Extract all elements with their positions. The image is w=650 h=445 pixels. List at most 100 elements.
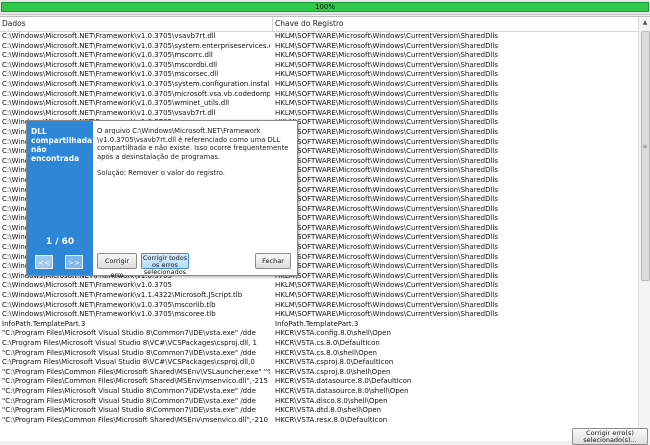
error-counter: 1 / 60 [45, 237, 75, 247]
cell-dados: C:\Windows\Microsoft.NET\Framework\v1.0.… [2, 32, 216, 40]
table-row[interactable]: C:\Windows\Microsoft.NET\Framework\v1.0.… [0, 310, 638, 320]
cell-chave-registro: HKCR\VSTA.datasource.8.0\DefaultIcon [275, 377, 412, 386]
cell-chave-registro: HKCR\VSTA.csproj.8.0\shell\Open [275, 367, 391, 376]
cell-chave-registro: HKLM\SOFTWARE\Microsoft\Windows\CurrentV… [275, 147, 499, 156]
cell-chave-registro: HKLM\SOFTWARE\Microsoft\Windows\CurrentV… [275, 185, 499, 194]
cell-dados: "C:\Program Files\Common Files\Microsoft… [2, 377, 268, 386]
cell-chave-registro: HKLM\SOFTWARE\Microsoft\Windows\CurrentV… [275, 300, 499, 309]
cell-dados: InfoPath.TemplatePart.3 [2, 319, 86, 328]
cell-dados: "C:\Program Files\Microsoft Visual Studi… [2, 406, 256, 415]
cell-chave-registro: HKLM\SOFTWARE\Microsoft\Windows\CurrentV… [275, 233, 499, 242]
table-row[interactable]: C:\Windows\Microsoft.NET\Framework\v1.0.… [0, 301, 638, 311]
cell-chave-registro: HKLM\SOFTWARE\Microsoft\Windows\CurrentV… [275, 137, 499, 146]
cell-chave-registro: HKLM\SOFTWARE\Microsoft\Windows\CurrentV… [275, 108, 499, 117]
cell-chave-registro: HKLM\SOFTWARE\Microsoft\Windows\CurrentV… [275, 175, 499, 184]
cell-chave-registro: HKCR\VSTA.datasource.8.0\shell\Open [275, 386, 409, 395]
cell-chave-registro: HKLM\SOFTWARE\Microsoft\Windows\CurrentV… [275, 243, 499, 252]
column-header-dados[interactable]: Dados [2, 19, 26, 28]
table-row[interactable]: C:\Windows\Microsoft.NET\Framework\v1.0.… [0, 42, 638, 52]
cell-dados: C:\Windows\Microsoft.NET\Framework\v1.0.… [2, 70, 219, 79]
cell-dados: C:\Windows\Microsoft.NET\Framework\v1.0.… [2, 99, 230, 108]
column-separator[interactable] [272, 17, 273, 31]
table-row[interactable]: C:\Program Files\Microsoft Visual Studio… [0, 358, 638, 368]
fix-all-selected-button[interactable]: Corrigir todos os erros selecionados [141, 253, 189, 276]
dialog-solution: Solução: Remover o valor do registro. [97, 169, 225, 177]
table-row[interactable]: "C:\Program Files\Microsoft Visual Studi… [0, 349, 638, 359]
table-row[interactable]: C:\Windows\Microsoft.NET\Framework\v1.0.… [0, 70, 638, 80]
table-row[interactable]: "C:\Program Files\Microsoft Visual Studi… [0, 329, 638, 339]
cell-chave-registro: HKCR\VSTA.cs.8.0\shell\Open [275, 348, 377, 357]
previous-button[interactable]: << [35, 255, 53, 269]
cell-chave-registro: HKLM\SOFTWARE\Microsoft\Windows\CurrentV… [275, 271, 499, 280]
cell-dados: C:\Program Files\Microsoft Visual Studio… [2, 358, 255, 367]
table-row[interactable]: InfoPath.TemplatePart.3 InfoPath.Template… [0, 320, 638, 330]
fix-error-button[interactable]: Corrigir erro [97, 253, 137, 279]
cell-dados: C:\Windows\Microsoft.NET\Framework\v1.0.… [2, 281, 173, 290]
error-detail-dialog: DLL compartilhada não encontrada 1 / 60 … [26, 120, 298, 279]
table-row[interactable]: "C:\Program Files\Microsoft Visual Studi… [0, 387, 638, 397]
cell-chave-registro: HKLM\SOFTWARE\Microsoft\Windows\CurrentV… [275, 127, 499, 136]
cell-chave-registro: HKLM\SOFTWARE\Microsoft\Windows\CurrentV… [275, 223, 499, 232]
table-row[interactable]: C:\Windows\Microsoft.NET\Framework\v1.0.… [0, 61, 638, 71]
table-row[interactable]: "C:\Program Files\Common Files\Microsoft… [0, 416, 638, 426]
cell-chave-registro: HKLM\SOFTWARE\Microsoft\Windows\CurrentV… [275, 118, 499, 127]
dialog-sidebar: DLL compartilhada não encontrada 1 / 60 … [27, 121, 93, 275]
cell-chave-registro: HKLM\SOFTWARE\Microsoft\Windows\CurrentV… [275, 214, 499, 223]
cell-chave-registro: HKCR\VSTA.disco.8.0\shell\Open [275, 396, 388, 405]
cell-dados: "C:\Program Files\Microsoft Visual Studi… [2, 329, 256, 338]
cell-chave-registro: HKLM\SOFTWARE\Microsoft\Windows\CurrentV… [275, 51, 499, 60]
fix-selected-errors-button[interactable]: Corrigir erro(s) selecionado(s)... [572, 428, 648, 445]
table-row[interactable]: "C:\Program Files\Microsoft Visual Studi… [0, 397, 638, 407]
table-row[interactable]: C:\Windows\Microsoft.NET\Framework\v1.0.… [0, 281, 638, 291]
cell-dados: "C:\Program Files\Microsoft Visual Studi… [2, 348, 256, 357]
column-header-chave[interactable]: Chave do Registro [275, 19, 343, 28]
cell-dados: C:\Windows\Microsoft.NET\Framework\v1.0.… [2, 89, 270, 98]
scroll-up-icon[interactable]: ▲ [639, 17, 650, 29]
cell-chave-registro: InfoPath.TemplatePart.3 [275, 319, 359, 328]
cell-chave-registro: HKLM\SOFTWARE\Microsoft\Windows\CurrentV… [275, 89, 499, 98]
dialog-message: O arquivo C:\Windows\Microsoft.NET\Frame… [97, 127, 289, 161]
cell-chave-registro: HKLM\SOFTWARE\Microsoft\Windows\CurrentV… [275, 252, 499, 261]
cell-chave-registro: HKLM\SOFTWARE\Microsoft\Windows\CurrentV… [275, 291, 499, 300]
cell-dados: C:\Windows\Microsoft.NET\Framework\v1.0.… [2, 108, 216, 117]
table-row[interactable]: C:\Windows\Microsoft.NET\Framework\v1.1.… [0, 291, 638, 301]
cell-dados: C:\Windows\Microsoft.NET\Framework\v1.0.… [2, 310, 216, 319]
cell-dados: C:\Windows\Microsoft.NET\Framework\v1.0.… [2, 79, 270, 88]
table-row[interactable]: "C:\Program Files\Common Files\Microsoft… [0, 377, 638, 387]
table-row[interactable]: "C:\Program Files\Common Files\Microsoft… [0, 368, 638, 378]
cell-chave-registro: HKLM\SOFTWARE\Microsoft\Windows\CurrentV… [275, 32, 499, 40]
table-row[interactable]: C:\Windows\Microsoft.NET\Framework\v1.0.… [0, 109, 638, 119]
table-row[interactable]: C:\Program Files\Microsoft Visual Studio… [0, 339, 638, 349]
cell-chave-registro: HKLM\SOFTWARE\Microsoft\Windows\CurrentV… [275, 281, 499, 290]
cell-chave-registro: HKLM\SOFTWARE\Microsoft\Windows\CurrentV… [275, 310, 499, 319]
cell-chave-registro: HKLM\SOFTWARE\Microsoft\Windows\CurrentV… [275, 60, 499, 69]
next-button[interactable]: >> [65, 255, 83, 269]
cell-chave-registro: HKLM\SOFTWARE\Microsoft\Windows\CurrentV… [275, 79, 499, 88]
cell-chave-registro: HKCR\VSTA.csproj.8.0\DefaultIcon [275, 358, 394, 367]
table-row[interactable]: "C:\Program Files\Microsoft Visual Studi… [0, 406, 638, 416]
cell-chave-registro: HKLM\SOFTWARE\Microsoft\Windows\CurrentV… [275, 156, 499, 165]
cell-dados: "C:\Program Files\Microsoft Visual Studi… [2, 396, 256, 405]
table-row[interactable]: C:\Windows\Microsoft.NET\Framework\v1.0.… [0, 80, 638, 90]
vertical-scrollbar[interactable]: ▲ ≡ ▼ [638, 17, 650, 441]
cell-dados: C:\Windows\Microsoft.NET\Framework\v1.0.… [2, 41, 270, 50]
scroll-grip-icon: ≡ [642, 143, 648, 150]
cell-chave-registro: HKCR\VSTA.dtd.8.0\shell\Open [275, 406, 382, 415]
table-row[interactable]: C:\Windows\Microsoft.NET\Framework\v1.0.… [0, 51, 638, 61]
cell-chave-registro: HKLM\SOFTWARE\Microsoft\Windows\CurrentV… [275, 99, 499, 108]
cell-dados: "C:\Program Files\Common Files\Microsoft… [2, 415, 268, 424]
cell-chave-registro: HKCR\VSTA.resx.8.0\DefaultIcon [275, 415, 388, 424]
cell-chave-registro: HKLM\SOFTWARE\Microsoft\Windows\CurrentV… [275, 70, 499, 79]
dialog-title: DLL compartilhada não encontrada [31, 127, 93, 163]
cell-dados: "C:\Program Files\Microsoft Visual Studi… [2, 386, 256, 395]
cell-dados: "C:\Program Files\Common Files\Microsoft… [2, 367, 270, 376]
scrollbar-thumb[interactable] [641, 31, 650, 281]
cell-chave-registro: HKLM\SOFTWARE\Microsoft\Windows\CurrentV… [275, 204, 499, 213]
cell-chave-registro: HKLM\SOFTWARE\Microsoft\Windows\CurrentV… [275, 41, 499, 50]
table-row[interactable]: C:\Windows\Microsoft.NET\Framework\v1.0.… [0, 99, 638, 109]
cell-dados: C:\Windows\Microsoft.NET\Framework\v1.0.… [2, 300, 216, 309]
close-button[interactable]: Fechar [255, 253, 291, 269]
table-row[interactable]: C:\Windows\Microsoft.NET\Framework\v1.0.… [0, 32, 638, 42]
table-row[interactable]: C:\Windows\Microsoft.NET\Framework\v1.0.… [0, 90, 638, 100]
cell-dados: C:\Windows\Microsoft.NET\Framework\v1.1.… [2, 291, 243, 300]
